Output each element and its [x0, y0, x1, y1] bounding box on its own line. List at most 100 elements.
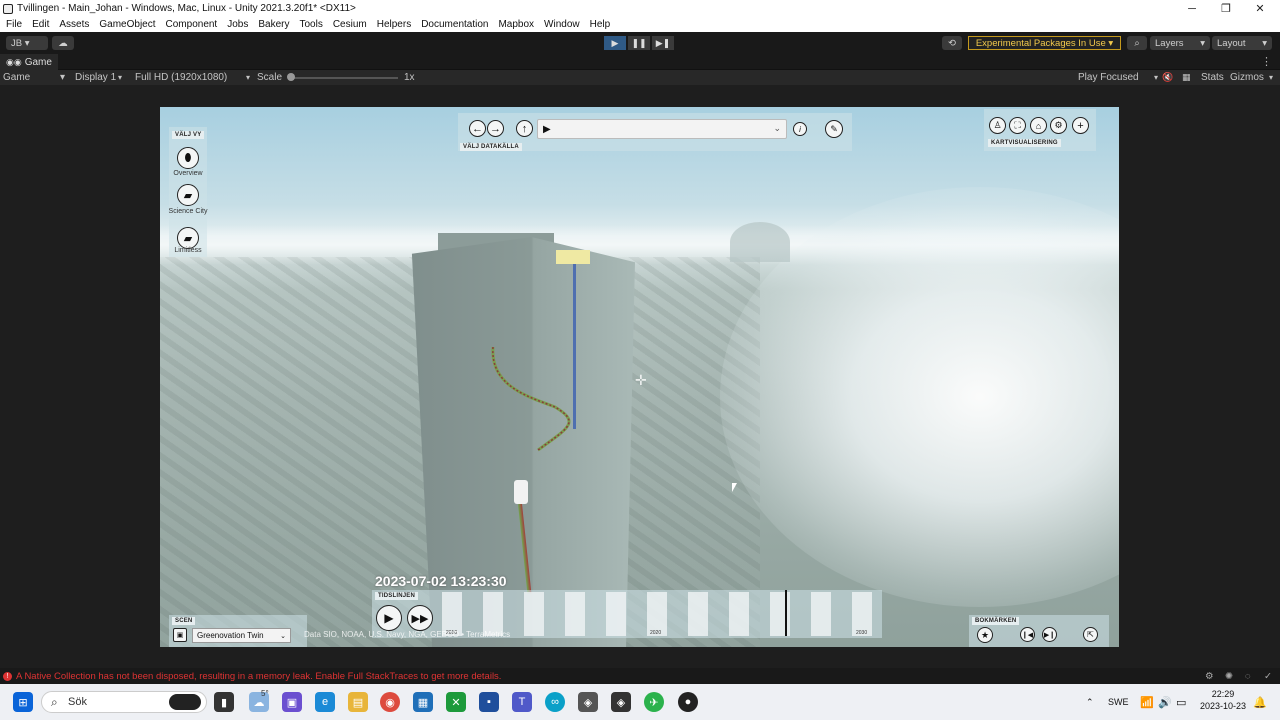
scene-dropdown[interactable]: Greenovation Twin ⌄ — [192, 628, 291, 643]
menu-bakery[interactable]: Bakery — [258, 19, 289, 30]
teams-icon[interactable]: T — [512, 692, 532, 712]
play-button[interactable]: ▶ — [604, 36, 626, 50]
check-icon[interactable]: ✓ — [1264, 671, 1272, 682]
lighting-icon[interactable]: ✺ — [1225, 671, 1233, 682]
chrome-icon[interactable]: ◉ — [380, 692, 400, 712]
menu-documentation[interactable]: Documentation — [421, 19, 488, 30]
app-icon[interactable]: ▪ — [479, 692, 499, 712]
settings-icon[interactable]: ⚙ — [1050, 117, 1067, 134]
app-icon[interactable]: ✈ — [644, 692, 664, 712]
keyboard-icon[interactable]: ▦ — [1182, 70, 1191, 85]
person-icon[interactable]: ♙ — [989, 117, 1006, 134]
github-icon[interactable]: ● — [678, 692, 698, 712]
taskbar-search[interactable]: ⌕ Sök — [41, 691, 207, 713]
cloud-icon[interactable]: ☁ — [52, 36, 74, 50]
xbox-icon[interactable]: ✕ — [446, 692, 466, 712]
volume-icon[interactable]: 🔊 — [1158, 684, 1172, 720]
task-view-icon[interactable]: ▮ — [214, 692, 234, 712]
expand-icon[interactable]: ⛶ — [1009, 117, 1026, 134]
resolution-label: Full HD (1920x1080) — [135, 72, 228, 83]
menu-cesium[interactable]: Cesium — [333, 19, 367, 30]
language-indicator[interactable]: SWE — [1108, 684, 1129, 720]
wifi-icon[interactable]: 📶 — [1140, 684, 1154, 720]
search-icon[interactable]: ⌕ — [1127, 36, 1147, 50]
forward-arrow-icon[interactable]: → — [487, 120, 504, 137]
scale-slider-handle[interactable] — [287, 73, 295, 81]
app-icon[interactable]: ∞ — [545, 692, 565, 712]
file-explorer-icon[interactable]: ▤ — [348, 692, 368, 712]
store-icon[interactable]: ▦ — [413, 692, 433, 712]
unity-icon[interactable]: ◈ — [611, 692, 631, 712]
home-icon[interactable]: ⌂ — [1030, 117, 1047, 134]
menu-tools[interactable]: Tools — [299, 19, 322, 30]
menu-component[interactable]: Component — [166, 19, 218, 30]
play-focused-dropdown[interactable]: Play Focused ▾ — [1078, 70, 1158, 85]
timeline-playhead[interactable] — [785, 590, 787, 636]
science-city-view-button[interactable]: ▰ — [177, 184, 199, 206]
menu-edit[interactable]: Edit — [32, 19, 49, 30]
menu-mapbox[interactable]: Mapbox — [498, 19, 534, 30]
menu-help[interactable]: Help — [590, 19, 611, 30]
datasource-dropdown[interactable]: ▶ ⌄ — [537, 119, 787, 139]
back-arrow-icon[interactable]: ← — [469, 120, 486, 137]
account-dropdown[interactable]: JB ▾ — [6, 36, 48, 50]
menu-helpers[interactable]: Helpers — [377, 19, 411, 30]
tray-expand-icon[interactable]: ⌃ — [1086, 684, 1094, 720]
menu-jobs[interactable]: Jobs — [227, 19, 248, 30]
mute-audio-icon[interactable]: 🔇 — [1162, 70, 1173, 85]
edge-icon[interactable]: e — [315, 692, 335, 712]
chat-icon[interactable]: ▣ — [282, 692, 302, 712]
sensor-marker-bottom[interactable] — [514, 480, 528, 504]
notification-icon[interactable]: 🔔 — [1253, 684, 1267, 720]
windows-start-icon[interactable]: ⊞ — [13, 692, 33, 712]
tab-game-label: Game — [24, 56, 52, 68]
more-options-icon[interactable]: ⋮ — [1261, 55, 1272, 68]
add-icon[interactable]: + — [1072, 117, 1089, 134]
limitless-view-button[interactable]: ▰ — [177, 227, 199, 249]
display-dropdown[interactable]: Display 1 — [75, 70, 123, 85]
history-icon[interactable]: ⟲ — [942, 36, 962, 50]
game-viewport[interactable]: ✛ VÄLJ VY ⬮ Overview ▰ Science City ▰ Li… — [160, 107, 1119, 647]
stats-button[interactable]: Stats — [1201, 70, 1224, 85]
layers-dropdown[interactable]: Layers ▾ — [1150, 36, 1210, 50]
timeline-segment — [524, 592, 544, 636]
camera-icon[interactable]: ▣ — [173, 628, 187, 642]
menu-file[interactable]: File — [6, 19, 22, 30]
sensor-marker-top[interactable] — [556, 250, 590, 264]
up-arrow-icon[interactable]: ↑ — [516, 120, 533, 137]
progress-icon[interactable]: ◌ — [1245, 671, 1251, 682]
error-icon: ! — [3, 671, 12, 681]
pause-button[interactable]: ❚❚ — [628, 36, 650, 50]
resolution-dropdown[interactable]: Full HD (1920x1080) ▾ — [135, 70, 250, 85]
menu-window[interactable]: Window — [544, 19, 580, 30]
close-button[interactable]: ✕ — [1243, 0, 1277, 17]
share-icon[interactable]: ⇱ — [1083, 627, 1098, 642]
experimental-packages-button[interactable]: Experimental Packages In Use ▾ — [968, 36, 1121, 50]
previous-bookmark-icon[interactable]: ❙◀ — [1020, 627, 1035, 642]
chevron-down-icon[interactable]: ▾ — [1269, 70, 1273, 85]
maximize-button[interactable]: ❐ — [1209, 0, 1243, 17]
info-icon[interactable]: i — [793, 122, 807, 136]
tab-game[interactable]: ◉◉ Game — [0, 54, 58, 70]
next-bookmark-icon[interactable]: ▶❙ — [1042, 627, 1057, 642]
menu-assets[interactable]: Assets — [59, 19, 89, 30]
overview-view-button[interactable]: ⬮ — [177, 147, 199, 169]
gizmos-dropdown[interactable]: Gizmos — [1230, 70, 1264, 85]
play-icon[interactable]: ▶ — [376, 605, 402, 631]
view-mode-dropdown[interactable]: Game ▾ — [3, 70, 65, 85]
console-status-bar[interactable]: ! A Native Collection has not been dispo… — [0, 668, 1280, 684]
satellite-icon[interactable]: ✎ — [825, 120, 843, 138]
minimize-button[interactable]: ─ — [1175, 0, 1209, 17]
layout-dropdown[interactable]: Layout ▾ — [1212, 36, 1272, 50]
play-focused-label: Play Focused — [1078, 72, 1139, 83]
star-bookmark-icon[interactable]: ★ — [977, 627, 993, 643]
timeline-segment — [729, 592, 749, 636]
step-button[interactable]: ▶❚ — [652, 36, 674, 50]
debug-icon[interactable]: ⚙ — [1205, 671, 1214, 682]
menu-gameobject[interactable]: GameObject — [99, 19, 155, 30]
unity-hub-icon[interactable]: ◈ — [578, 692, 598, 712]
clock[interactable]: 22:29 2023-10-23 — [1198, 688, 1248, 712]
scale-slider-track[interactable] — [291, 77, 398, 79]
battery-icon[interactable]: ▭ — [1176, 684, 1186, 720]
fast-forward-icon[interactable]: ▶▶ — [407, 605, 433, 631]
